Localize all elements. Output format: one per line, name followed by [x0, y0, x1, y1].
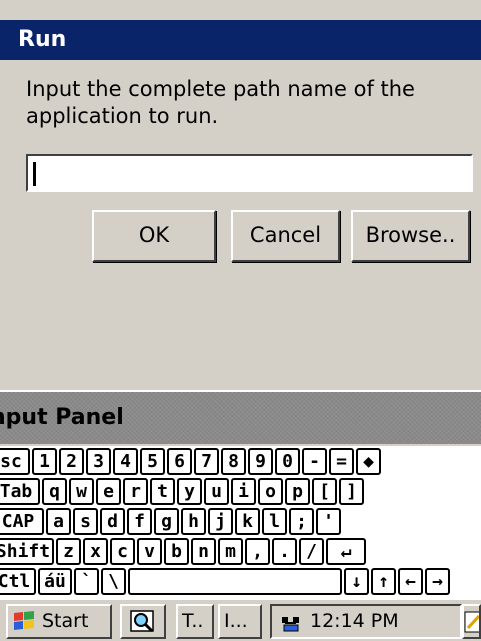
key-w[interactable]: w — [69, 478, 94, 505]
key-9[interactable]: 9 — [248, 448, 273, 475]
key-period[interactable]: . — [272, 538, 297, 565]
key-caps[interactable]: CAP — [0, 508, 44, 535]
clock[interactable]: 12:14 PM — [310, 606, 399, 637]
key-z[interactable]: z — [56, 538, 81, 565]
input-panel-toggle[interactable] — [462, 604, 481, 639]
key-4[interactable]: 4 — [113, 448, 138, 475]
arrow-left-icon[interactable]: ← — [398, 568, 423, 595]
key-o[interactable]: o — [258, 478, 283, 505]
dialog-prompt: Input the complete path name of the appl… — [26, 77, 415, 128]
search-button[interactable] — [120, 604, 166, 639]
search-icon — [130, 610, 154, 633]
key-7[interactable]: 7 — [194, 448, 219, 475]
cancel-button[interactable]: Cancel — [231, 210, 340, 262]
input-panel-title[interactable]: nput Panel — [0, 392, 481, 444]
key-equals[interactable]: = — [329, 448, 354, 475]
keyboard-row-3: CAP a s d f g h j k l ; ' — [0, 506, 481, 536]
key-semicolon[interactable]: ; — [289, 508, 314, 535]
key-right-bracket[interactable]: ] — [339, 478, 364, 505]
key-s[interactable]: s — [73, 508, 98, 535]
pen-icon — [464, 611, 479, 633]
key-c[interactable]: c — [110, 538, 135, 565]
keyboard-row-2: Tab q w e r t y u i o p [ ] — [0, 476, 481, 506]
key-k[interactable]: k — [235, 508, 260, 535]
key-comma[interactable]: , — [245, 538, 270, 565]
key-j[interactable]: j — [208, 508, 233, 535]
key-2[interactable]: 2 — [59, 448, 84, 475]
network-icon[interactable] — [280, 611, 302, 633]
key-left-bracket[interactable]: [ — [312, 478, 337, 505]
enter-icon[interactable]: ↵ — [326, 538, 366, 565]
key-x[interactable]: x — [83, 538, 108, 565]
dialog-title: Run — [0, 20, 481, 60]
key-r[interactable]: r — [123, 478, 148, 505]
system-tray: 12:14 PM — [270, 604, 462, 639]
key-backslash[interactable]: \ — [101, 568, 126, 595]
run-dialog: Run Input the complete path name of the … — [0, 0, 481, 390]
key-h[interactable]: h — [181, 508, 206, 535]
key-n[interactable]: n — [191, 538, 216, 565]
key-m[interactable]: m — [218, 538, 243, 565]
soft-keyboard: sc 1 2 3 4 5 6 7 8 9 0 - = ◆ Tab q w e r… — [0, 446, 481, 600]
key-q[interactable]: q — [42, 478, 67, 505]
start-button[interactable]: Start — [6, 604, 112, 639]
ok-button[interactable]: OK — [92, 210, 216, 262]
task-button-2[interactable]: I... — [218, 604, 262, 639]
key-g[interactable]: g — [154, 508, 179, 535]
key-slash[interactable]: / — [299, 538, 324, 565]
key-v[interactable]: v — [137, 538, 162, 565]
key-i[interactable]: i — [231, 478, 256, 505]
arrow-up-icon[interactable]: ↑ — [371, 568, 396, 595]
key-y[interactable]: y — [177, 478, 202, 505]
key-l[interactable]: l — [262, 508, 287, 535]
key-1[interactable]: 1 — [32, 448, 57, 475]
keyboard-row-1: sc 1 2 3 4 5 6 7 8 9 0 - = ◆ — [0, 446, 481, 476]
backspace-icon[interactable]: ◆ — [356, 448, 381, 475]
path-input[interactable] — [26, 154, 473, 192]
keyboard-row-4: Shift z x c v b n m , . / ↵ — [0, 536, 481, 566]
key-esc[interactable]: sc — [0, 448, 30, 475]
key-quote[interactable]: ' — [316, 508, 341, 535]
windows-flag-icon — [14, 611, 34, 630]
key-f[interactable]: f — [127, 508, 152, 535]
key-international[interactable]: áü — [38, 568, 72, 595]
key-d[interactable]: d — [100, 508, 125, 535]
arrow-right-icon[interactable]: → — [425, 568, 450, 595]
key-u[interactable]: u — [204, 478, 229, 505]
key-b[interactable]: b — [164, 538, 189, 565]
key-3[interactable]: 3 — [86, 448, 111, 475]
key-space[interactable] — [128, 568, 342, 595]
key-a[interactable]: a — [46, 508, 71, 535]
key-shift[interactable]: Shift — [0, 538, 54, 565]
key-6[interactable]: 6 — [167, 448, 192, 475]
text-caret — [33, 162, 36, 186]
key-minus[interactable]: - — [302, 448, 327, 475]
key-ctrl[interactable]: Ctl — [0, 568, 36, 595]
input-panel: nput Panel sc 1 2 3 4 5 6 7 8 9 0 - = ◆ … — [0, 390, 481, 600]
key-backtick[interactable]: ` — [74, 568, 99, 595]
key-e[interactable]: e — [96, 478, 121, 505]
arrow-down-icon[interactable]: ↓ — [344, 568, 369, 595]
start-label: Start — [42, 610, 89, 632]
key-8[interactable]: 8 — [221, 448, 246, 475]
taskbar: Start T.. I... 12:14 PM — [0, 598, 481, 641]
browse-button[interactable]: Browse.. — [351, 210, 470, 262]
keyboard-row-5: Ctl áü ` \ ↓ ↑ ← → — [0, 566, 481, 596]
key-0[interactable]: 0 — [275, 448, 300, 475]
key-5[interactable]: 5 — [140, 448, 165, 475]
key-tab[interactable]: Tab — [0, 478, 40, 505]
key-p[interactable]: p — [285, 478, 310, 505]
key-t[interactable]: t — [150, 478, 175, 505]
task-button-1[interactable]: T.. — [176, 604, 214, 639]
